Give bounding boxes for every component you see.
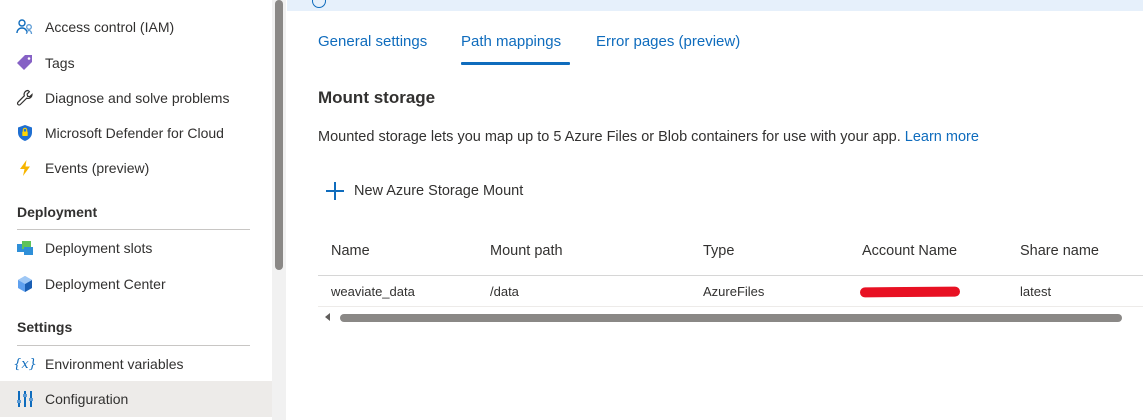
sidebar-item-defender[interactable]: Microsoft Defender for Cloud	[0, 115, 272, 151]
sidebar-item-label: Microsoft Defender for Cloud	[45, 125, 224, 141]
slots-icon	[16, 239, 34, 257]
learn-more-link[interactable]: Learn more	[905, 129, 979, 145]
section-header-settings: Settings	[17, 319, 73, 335]
new-azure-storage-mount-button[interactable]: New Azure Storage Mount	[325, 180, 523, 202]
sidebar-item-label: Tags	[45, 55, 75, 71]
add-icon	[325, 181, 345, 201]
sliders-icon	[16, 390, 34, 408]
people-icon	[16, 18, 34, 36]
page-title: Mount storage	[318, 88, 436, 107]
variable-icon: {x}	[13, 356, 37, 372]
lightning-icon	[16, 159, 34, 177]
sidebar-item-label: Deployment slots	[45, 240, 153, 256]
header-divider	[318, 275, 1143, 276]
active-tab-indicator	[461, 62, 570, 65]
wrench-icon	[16, 89, 34, 107]
sidebar-item-diagnose[interactable]: Diagnose and solve problems	[0, 80, 272, 116]
sidebar-item-label: Configuration	[45, 391, 129, 407]
info-banner	[287, 0, 1143, 11]
sidebar-scrollbar-thumb[interactable]	[275, 0, 283, 270]
shield-icon	[16, 124, 34, 142]
sidebar-item-label: Events (preview)	[45, 160, 150, 176]
new-mount-label: New Azure Storage Mount	[354, 183, 524, 199]
column-header-name[interactable]: Name	[331, 243, 370, 259]
sidebar-item-access-control[interactable]: Access control (IAM)	[0, 9, 272, 45]
tab-error-pages[interactable]: Error pages (preview)	[596, 33, 740, 50]
sidebar-item-label: Access control (IAM)	[45, 19, 175, 35]
sidebar-item-label: Environment variables	[45, 356, 184, 372]
sidebar-item-deployment-slots[interactable]: Deployment slots	[0, 230, 272, 266]
cell-name[interactable]: weaviate_data	[331, 284, 415, 299]
description-text: Mounted storage lets you map up to 5 Azu…	[318, 129, 901, 145]
cube-icon	[16, 275, 34, 293]
sidebar-item-events[interactable]: Events (preview)	[0, 150, 272, 186]
scroll-left-arrow-icon[interactable]	[325, 313, 330, 321]
cell-share-name: latest	[1020, 284, 1052, 299]
tag-icon	[16, 54, 34, 72]
column-header-mount-path[interactable]: Mount path	[490, 243, 563, 259]
mount-storage-description: Mounted storage lets you map up to 5 Azu…	[318, 129, 979, 145]
column-header-type[interactable]: Type	[703, 243, 734, 259]
table-scrollbar-thumb[interactable]	[340, 314, 1122, 322]
sidebar-item-deployment-center[interactable]: Deployment Center	[0, 266, 272, 302]
column-header-share-name[interactable]: Share name	[1020, 243, 1099, 259]
cell-mount-path: /data	[490, 284, 519, 299]
sidebar-item-label: Diagnose and solve problems	[45, 90, 230, 106]
sidebar-item-configuration[interactable]: Configuration	[0, 381, 272, 417]
sidebar-item-environment-variables[interactable]: {x} Environment variables	[0, 346, 272, 382]
cell-type: AzureFiles	[703, 284, 765, 299]
tab-path-mappings[interactable]: Path mappings	[461, 33, 561, 50]
tab-general-settings[interactable]: General settings	[318, 33, 427, 50]
sidebar-item-label: Deployment Center	[45, 276, 166, 292]
sidebar-item-tags[interactable]: Tags	[0, 45, 272, 81]
row-divider	[318, 306, 1143, 307]
redaction-mark	[859, 286, 961, 298]
resource-menu: Access control (IAM) Tags Diagnose and s…	[0, 0, 272, 420]
column-header-account-name[interactable]: Account Name	[862, 243, 957, 259]
section-header-deployment: Deployment	[17, 204, 98, 220]
